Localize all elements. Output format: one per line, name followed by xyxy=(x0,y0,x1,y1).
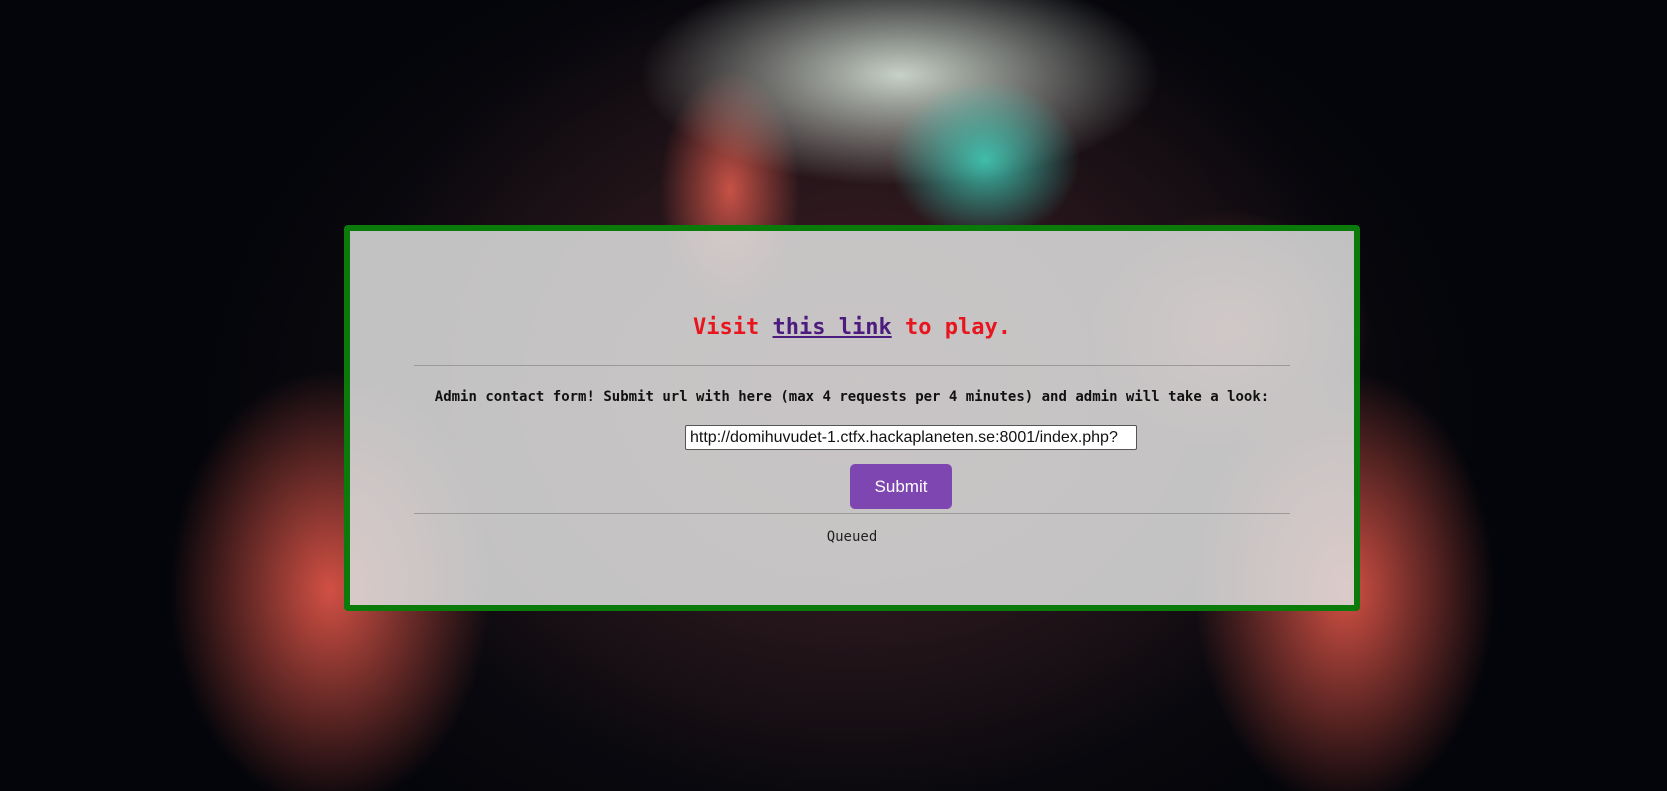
status-text: Queued xyxy=(826,529,878,545)
contact-form-prompt: Admin contact form! Submit url with here… xyxy=(434,389,1270,405)
top-divider xyxy=(414,365,1290,366)
game-panel: Visit this link to play. Admin contact f… xyxy=(344,225,1360,611)
headline-suffix: to play. xyxy=(891,315,1011,340)
play-link[interactable]: this link xyxy=(773,315,892,340)
bottom-divider xyxy=(414,513,1290,514)
submit-button[interactable]: Submit xyxy=(850,464,952,509)
panel-content: Visit this link to play. Admin contact f… xyxy=(414,231,1290,605)
headline-prefix: Visit xyxy=(693,315,773,340)
url-input[interactable] xyxy=(685,425,1137,450)
play-headline: Visit this link to play. xyxy=(414,315,1290,340)
